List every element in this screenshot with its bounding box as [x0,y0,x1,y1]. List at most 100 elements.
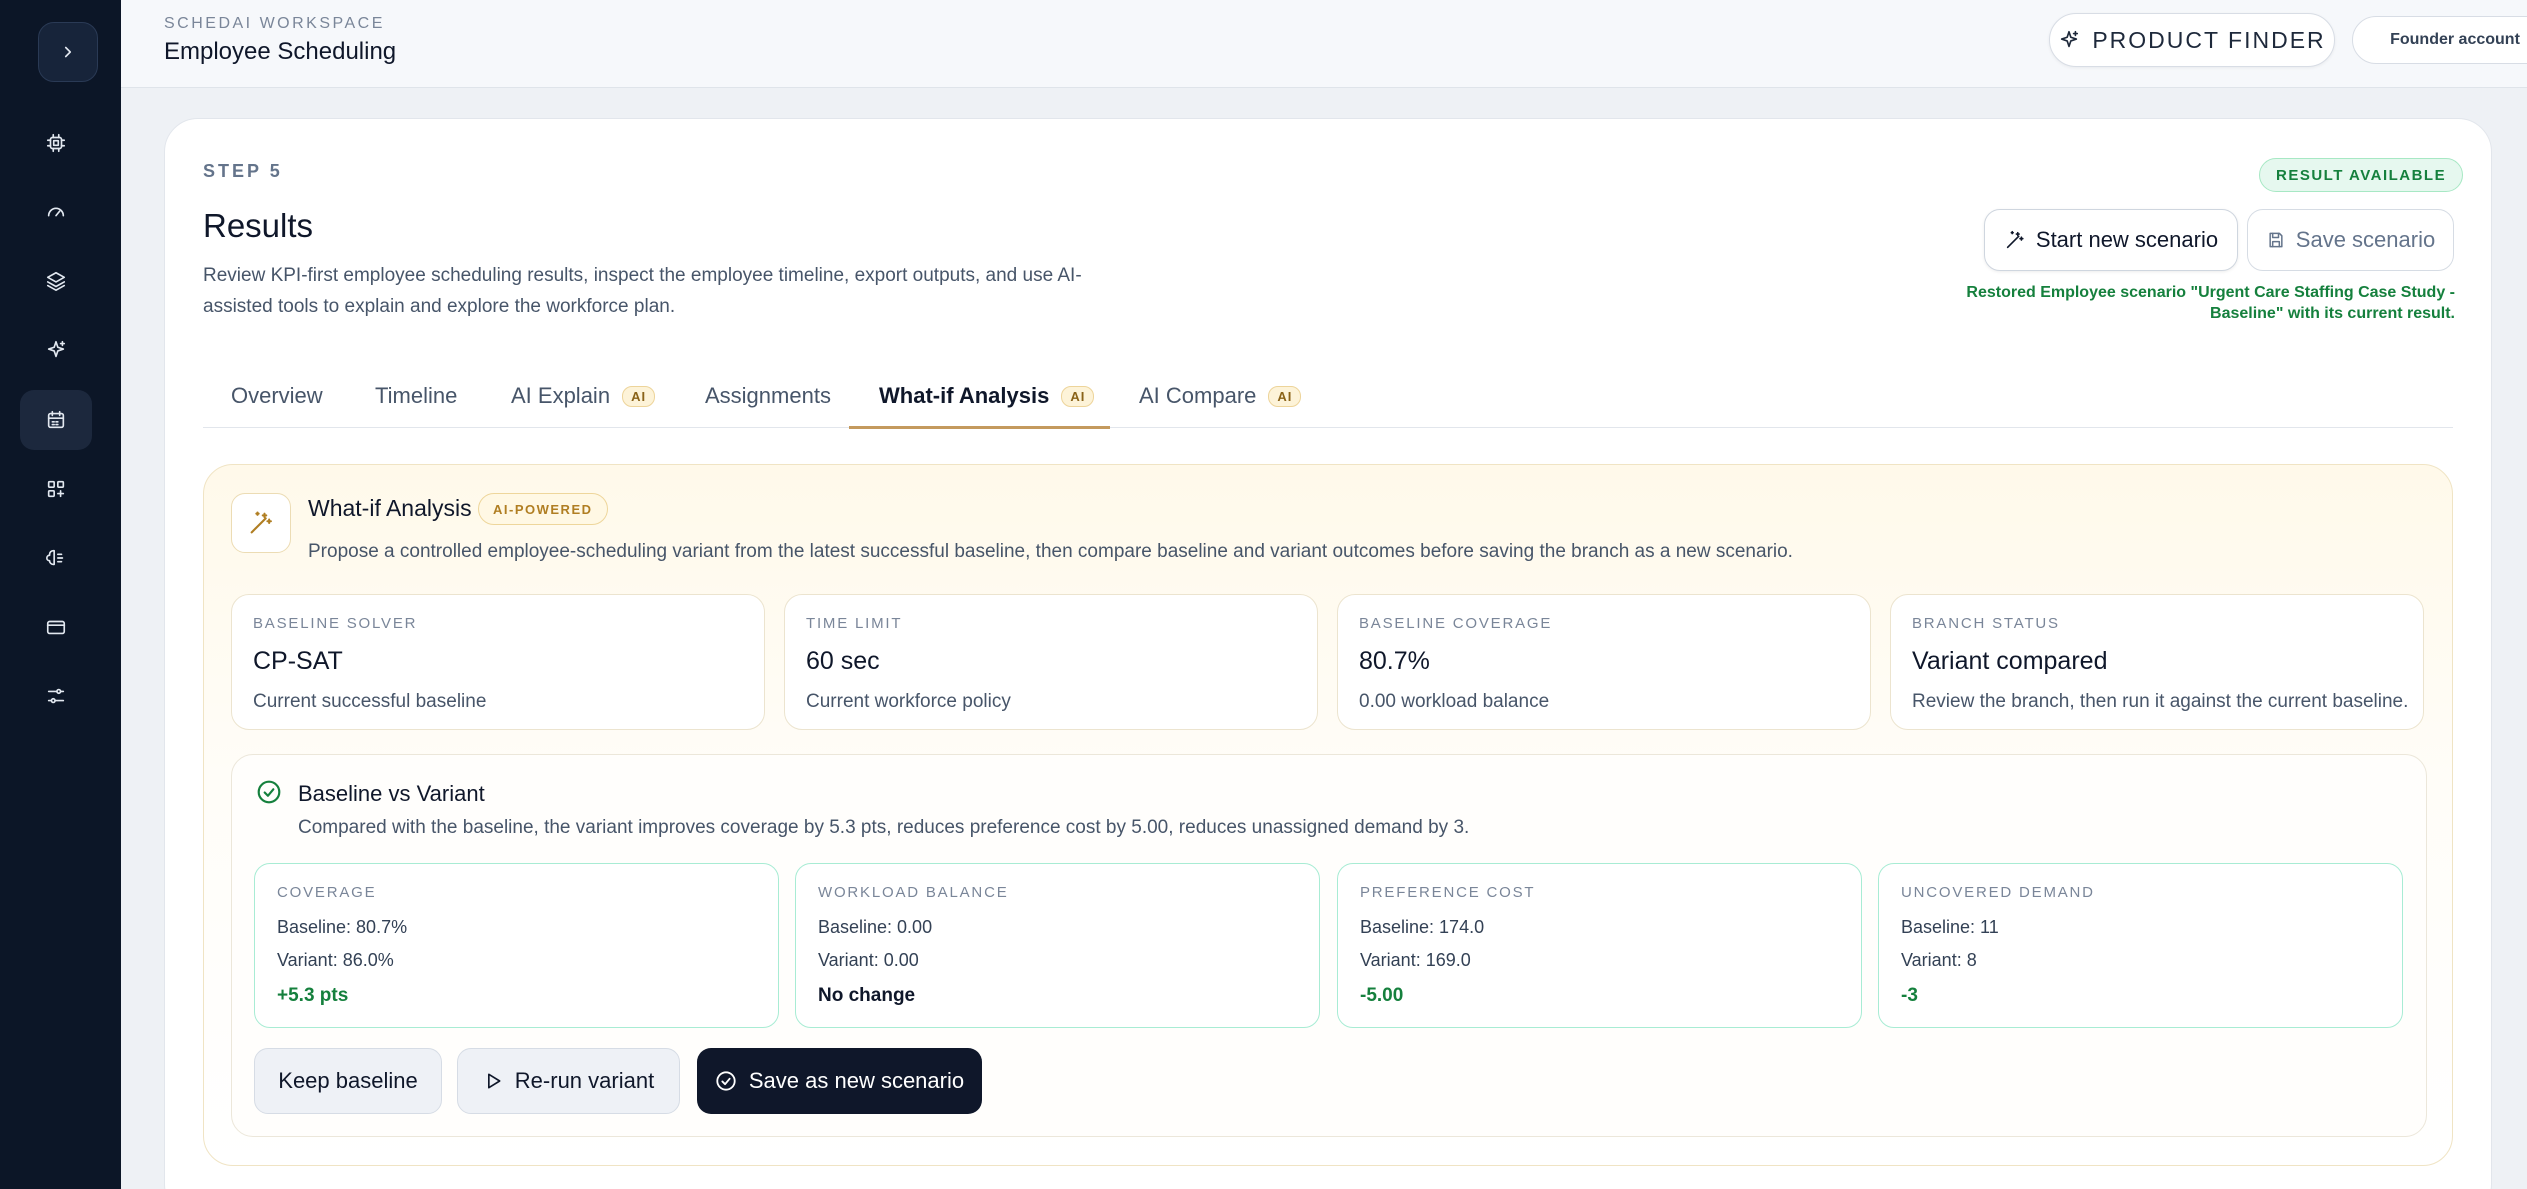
what-if-title: What-if Analysis [308,495,472,521]
tab-timeline[interactable]: Timeline [375,364,457,428]
baseline-vs-variant-card: Baseline vs Variant Compared with the ba… [231,754,2427,1137]
results-description: Review KPI-first employee scheduling res… [203,265,1082,317]
tab-overview[interactable]: Overview [231,364,323,428]
metric-variant: Variant: 8 [1901,950,1977,970]
save-as-new-scenario-label: Save as new scenario [748,1068,965,1093]
brain-icon [46,549,64,566]
credit-card-icon [46,620,66,635]
rerun-variant-button[interactable]: Re-run variant [457,1048,680,1114]
wand-icon [2006,230,2024,249]
stat-card-baseline-coverage: BASELINE COVERAGE 80.7% 0.00 workload ba… [1337,594,1871,730]
cpu-icon [46,133,66,153]
rerun-variant-label: Re-run variant [514,1068,655,1093]
save-scenario-button[interactable]: Save scenario [2247,209,2454,271]
stat-subtext: 0.00 workload balance [1359,691,1550,712]
ai-chip: AI [1061,385,1095,407]
stat-card-branch-status: BRANCH STATUS Variant compared Review th… [1890,594,2424,730]
metric-delta: No change [818,985,916,1006]
stat-label: TIME LIMIT [806,615,903,632]
stat-value: 60 sec [806,647,880,675]
metric-label: PREFERENCE COST [1360,884,1536,901]
top-header: SCHEDAI WORKSPACE Employee Scheduling PR… [121,0,2527,88]
save-scenario-label: Save scenario [2295,227,2436,252]
metric-variant: Variant: 86.0% [277,950,394,970]
metric-baseline: Baseline: 0.00 [818,917,933,937]
stat-value: Variant compared [1912,647,2108,675]
metric-variant: Variant: 169.0 [1360,950,1471,970]
stat-value: 80.7% [1359,647,1430,675]
stat-card-time-limit: TIME LIMIT 60 sec Current workforce poli… [784,594,1318,730]
results-title: Results [203,207,314,244]
workspace-label: SCHEDAI WORKSPACE [164,15,385,32]
tab-assignments[interactable]: Assignments [705,364,831,428]
tab-what-if-analysis[interactable]: What-if Analysis AI [879,364,1095,428]
save-icon [2269,232,2283,248]
start-new-scenario-button[interactable]: Start new scenario [1984,209,2238,271]
account-button[interactable]: Founder account [2352,16,2527,64]
metric-card-coverage: COVERAGE Baseline: 80.7% Variant: 86.0% … [254,863,779,1028]
page-title: Employee Scheduling [164,38,397,65]
check-circle-icon [257,780,281,804]
sidebar-item-solvers[interactable] [20,113,92,173]
stat-card-baseline-solver: BASELINE SOLVER CP-SAT Current successfu… [231,594,765,730]
sidebar-item-billing[interactable] [20,597,92,657]
save-as-new-scenario-button[interactable]: Save as new scenario [697,1048,982,1114]
sidebar-item-insights[interactable] [20,528,92,588]
what-if-panel: What-if Analysis AI-POWERED Propose a co… [203,464,2453,1166]
tab-label: Assignments [705,383,831,408]
sidebar-item-ai[interactable] [20,320,92,380]
start-new-scenario-label: Start new scenario [2035,227,2219,252]
sidebar-toggle-button[interactable] [38,22,98,82]
result-available-badge: RESULT AVAILABLE [2259,158,2464,192]
play-icon [487,1073,501,1089]
stat-label: BASELINE SOLVER [253,615,418,632]
gauge-icon [47,207,65,217]
results-tabs: Overview Timeline AI Explain AI Assignme… [203,364,2453,429]
sparkles-icon [47,340,66,358]
stat-label: BASELINE COVERAGE [1359,615,1553,632]
metric-baseline: Baseline: 174.0 [1360,917,1485,937]
compare-title: Baseline vs Variant [298,781,485,806]
product-finder-button[interactable]: PRODUCT FINDER [2049,13,2335,67]
metric-card-workload-balance: WORKLOAD BALANCE Baseline: 0.00 Variant:… [795,863,1320,1028]
calendar-icon [47,410,65,429]
ai-chip: AI [1268,385,1302,407]
what-if-icon-box [231,493,291,553]
keep-baseline-label: Keep baseline [278,1068,418,1093]
results-card: STEP 5 Results Review KPI-first employee… [164,118,2492,1189]
tab-label: AI Compare [1139,383,1257,408]
metric-label: COVERAGE [277,884,377,901]
metric-card-uncovered-demand: UNCOVERED DEMAND Baseline: 11 Variant: 8… [1878,863,2403,1028]
tab-label: AI Explain [511,383,611,408]
chevron-right-icon [64,46,72,58]
restored-message: Restored Employee scenario "Urgent Care … [1966,284,2455,322]
stat-subtext: Current workforce policy [806,691,1011,712]
active-tab-indicator [849,426,1110,429]
metric-label: UNCOVERED DEMAND [1901,884,2095,901]
metric-variant: Variant: 0.00 [818,950,919,970]
step-label: STEP 5 [203,161,283,181]
metric-baseline: Baseline: 11 [1901,917,1999,937]
tab-label: Overview [231,383,323,408]
sidebar-item-settings[interactable] [20,666,92,726]
grid-plus-icon [47,480,65,498]
sidebar-item-dashboard[interactable] [20,182,92,242]
tab-label: Timeline [375,383,458,408]
sidebar-item-scheduling[interactable] [20,390,92,450]
keep-baseline-button[interactable]: Keep baseline [254,1048,442,1114]
metric-delta: -3 [1901,985,1918,1006]
tab-label: What-if Analysis [879,383,1050,408]
sidebar-item-apps[interactable] [20,459,92,519]
compare-description: Compared with the baseline, the variant … [298,817,1470,838]
sidebar [0,0,121,1189]
tab-ai-explain[interactable]: AI Explain AI [511,364,656,428]
metric-delta: +5.3 pts [277,985,349,1006]
layers-icon [46,271,66,291]
metric-card-preference-cost: PREFERENCE COST Baseline: 174.0 Variant:… [1337,863,1862,1028]
stat-subtext: Review the branch, then run it against t… [1912,691,2409,712]
product-finder-label: PRODUCT FINDER [2092,26,2326,53]
tab-ai-compare[interactable]: AI Compare AI [1139,364,1302,428]
metric-baseline: Baseline: 80.7% [277,917,408,937]
sidebar-item-layers[interactable] [20,251,92,311]
metric-label: WORKLOAD BALANCE [818,884,1009,901]
